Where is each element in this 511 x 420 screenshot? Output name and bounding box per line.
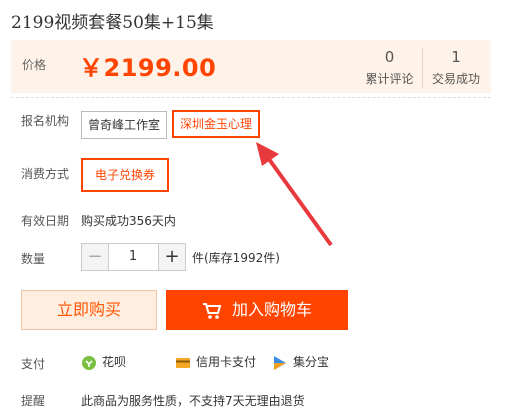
product-title: 2199视频套餐50集+15集 [11,13,214,33]
transactions-label: 交易成功 [431,72,480,86]
huabei-icon [82,355,96,370]
price-panel: 价格 ￥2199.00 0 累计评论 1 交易成功 [11,40,491,93]
reviews-label: 累计评论 [365,72,414,86]
transactions-stat: 1 交易成功 [423,48,489,87]
transactions-count: 1 [451,48,461,66]
price-value: ￥2199.00 [79,54,217,82]
quantity-input[interactable]: 1 [108,243,158,271]
reviews-stat[interactable]: 0 累计评论 [357,48,423,88]
consumption-label: 消费方式 [21,167,70,181]
reminder-label: 提醒 [21,394,46,408]
validity-value: 购买成功356天内 [81,214,176,228]
decrease-button[interactable]: − [81,243,109,271]
validity-label: 有效日期 [21,214,70,228]
jifenbao-icon [274,355,286,370]
reviews-count: 0 [384,48,395,66]
jifenbao-label: 集分宝 [293,355,330,369]
payment-credit-card: 信用卡支付 [175,352,256,372]
stock-info: 件(库存1992件) [192,251,280,265]
reminder-text: 此商品为服务性质，不支持7天无理由退货 [81,394,305,408]
buy-now-button[interactable]: 立即购买 [21,290,157,330]
price-label: 价格 [22,58,47,72]
institution-label: 报名机构 [21,114,70,128]
quantity-label: 数量 [21,252,46,266]
increase-button[interactable]: + [158,243,186,271]
cart-icon [202,302,222,319]
option-shenzhen-jinyu[interactable]: 深圳金玉心理 [172,110,261,138]
payment-jifenbao: 集分宝 [272,352,329,372]
option-e-voucher[interactable]: 电子兑换券 [81,158,170,192]
credit-card-label: 信用卡支付 [196,355,257,369]
divider [11,97,491,98]
payment-label: 支付 [21,357,46,371]
add-to-cart-button[interactable]: 加入购物车 [166,290,348,330]
credit-card-icon [176,357,190,368]
payment-huabei: 花呗 [81,352,126,372]
add-to-cart-label: 加入购物车 [231,300,312,319]
option-zengqifeng-studio[interactable]: 曾奇峰工作室 [81,111,168,139]
huabei-label: 花呗 [102,355,127,369]
